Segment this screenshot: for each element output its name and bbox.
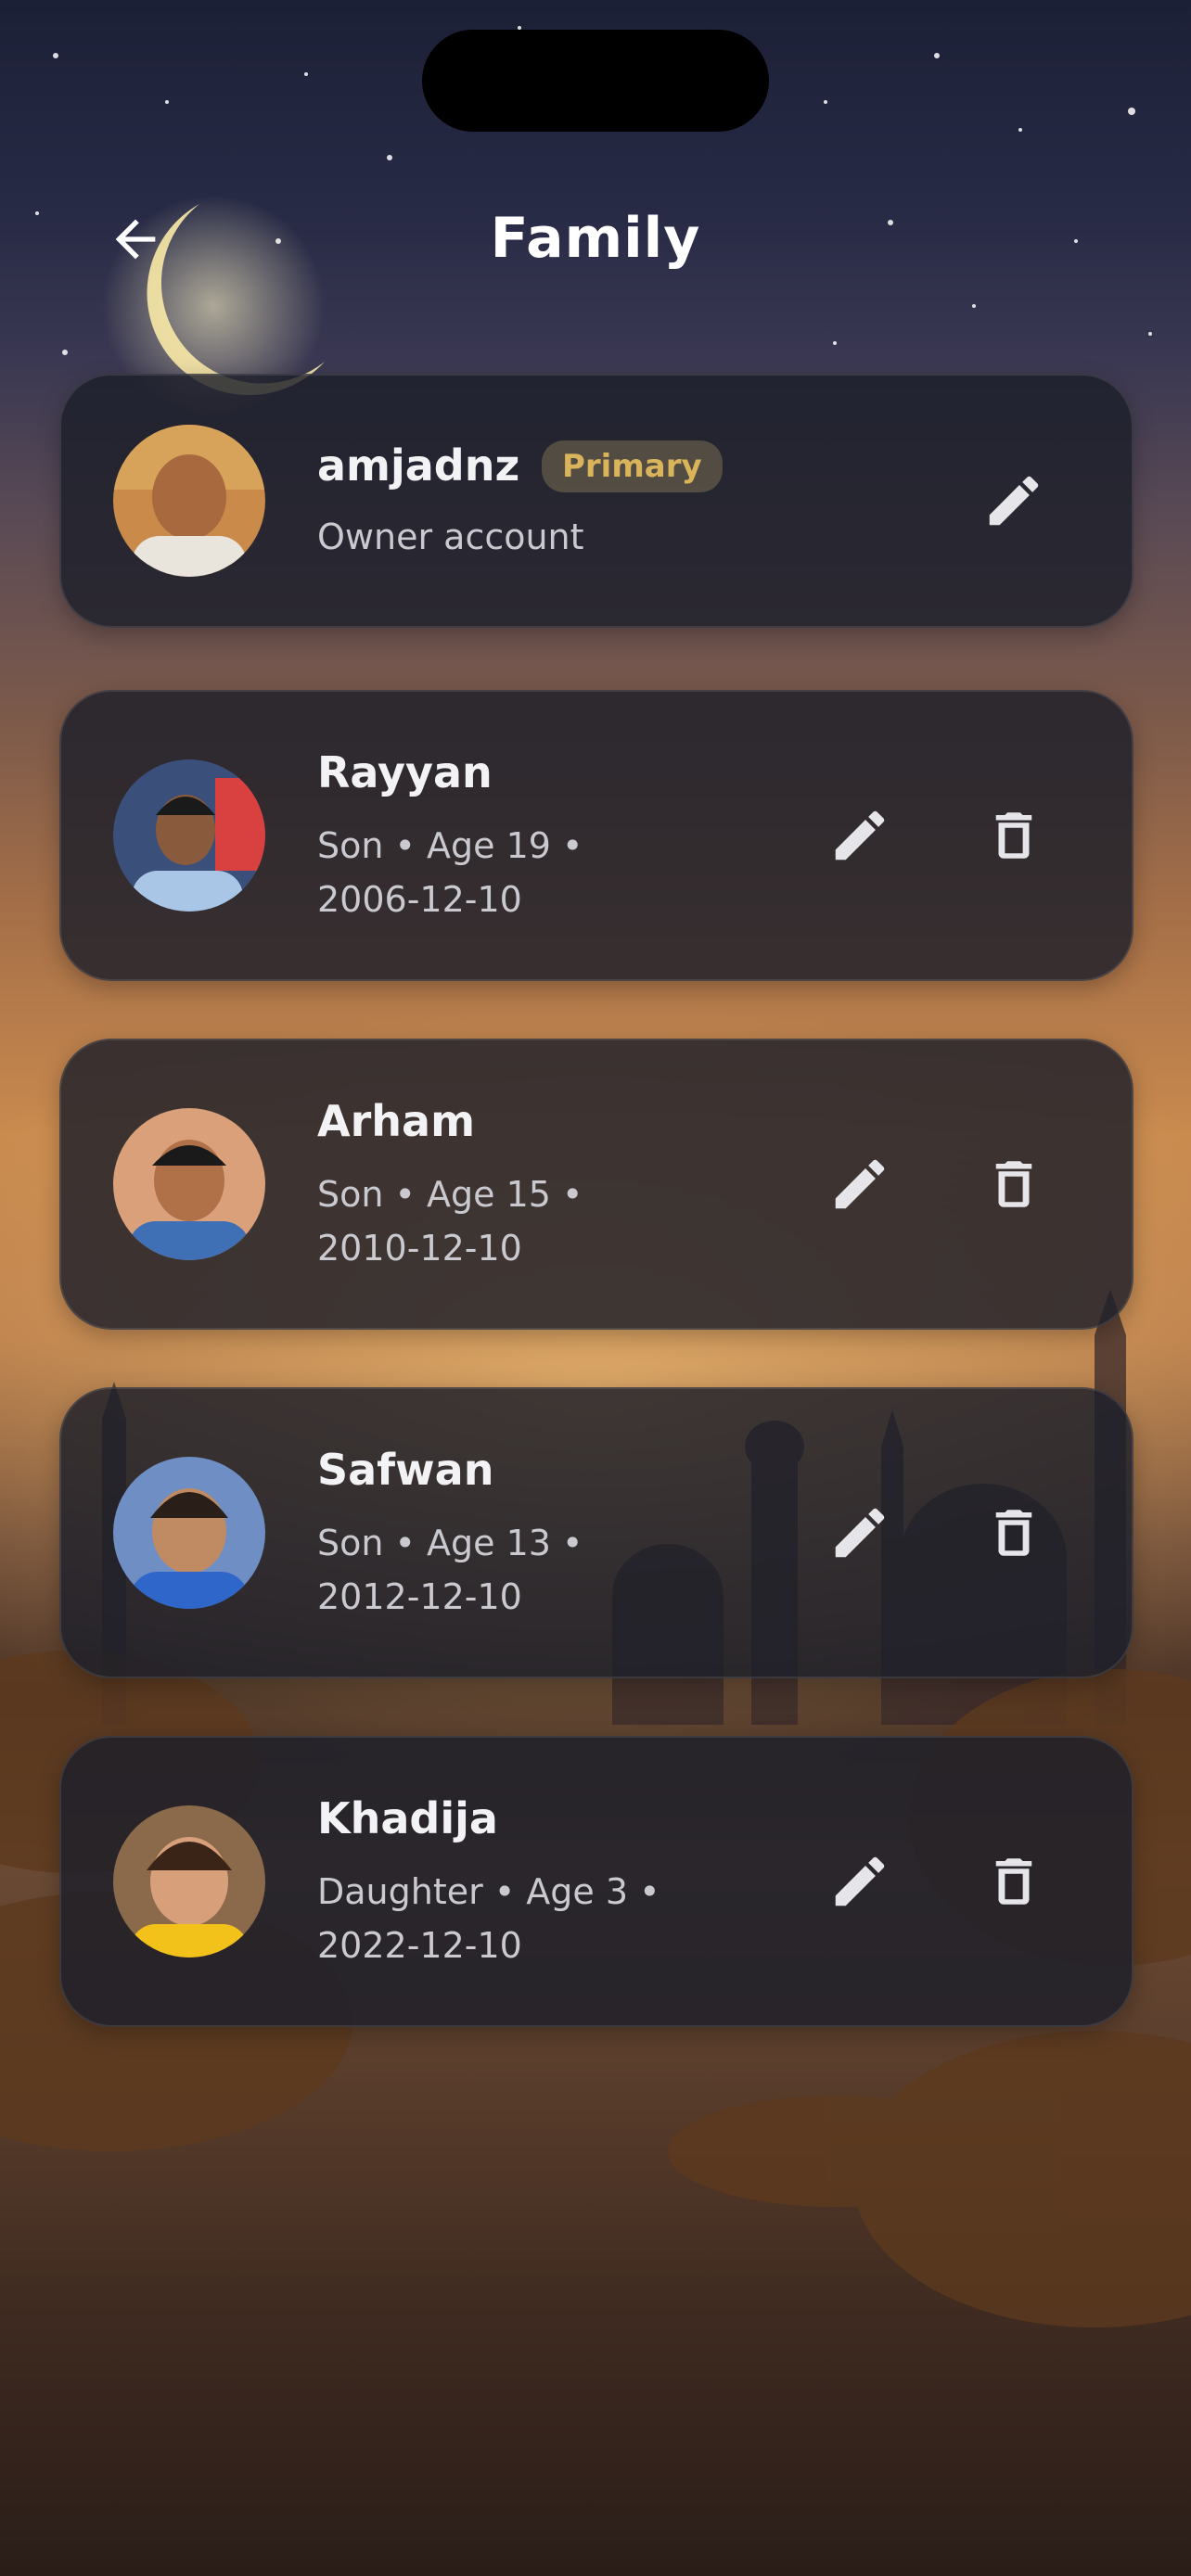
member-details: Son • Age 13 • 2012-12-10 <box>317 1516 837 1624</box>
member-relation-age: Son • Age 15 • <box>317 1174 583 1215</box>
primary-badge: Primary <box>542 440 723 492</box>
member-name: Arham <box>317 1096 476 1146</box>
member-card-khadija[interactable]: Khadija Daughter • Age 3 • 2022-12-10 <box>59 1736 1133 2027</box>
avatar <box>113 759 265 912</box>
edit-button[interactable] <box>818 1491 902 1575</box>
trash-icon <box>995 1510 1032 1556</box>
member-name: Khadija <box>317 1793 498 1843</box>
top-bar: Family <box>0 185 1191 287</box>
member-relation-age: Son • Age 19 • <box>317 825 583 866</box>
member-card-safwan[interactable]: Safwan Son • Age 13 • 2012-12-10 <box>59 1387 1133 1678</box>
avatar <box>113 1108 265 1260</box>
delete-button[interactable] <box>972 1142 1056 1226</box>
edit-button[interactable] <box>818 794 902 877</box>
member-name: Safwan <box>317 1445 494 1495</box>
member-name: Rayyan <box>317 747 493 797</box>
pencil-icon <box>835 1508 885 1558</box>
edit-button[interactable] <box>972 459 1056 542</box>
edit-button[interactable] <box>818 1840 902 1923</box>
pencil-icon <box>989 476 1039 526</box>
page-title: Family <box>490 206 701 271</box>
delete-button[interactable] <box>972 1840 1056 1923</box>
member-card-rayyan[interactable]: Rayyan Son • Age 19 • 2006-12-10 <box>59 690 1133 981</box>
delete-button[interactable] <box>972 1491 1056 1575</box>
trash-icon <box>995 812 1032 859</box>
trash-icon <box>995 1858 1032 1905</box>
pencil-icon <box>835 810 885 861</box>
member-birthdate: 2012-12-10 <box>317 1576 522 1617</box>
pencil-icon <box>835 1159 885 1209</box>
member-card-arham[interactable]: Arham Son • Age 15 • 2010-12-10 <box>59 1039 1133 1330</box>
dynamic-island <box>422 30 769 132</box>
pencil-icon <box>835 1856 885 1906</box>
member-birthdate: 2006-12-10 <box>317 879 522 920</box>
delete-button[interactable] <box>972 794 1056 877</box>
edit-button[interactable] <box>818 1142 902 1226</box>
member-relation-age: Son • Age 13 • <box>317 1523 583 1563</box>
member-relation-age: Daughter • Age 3 • <box>317 1871 660 1912</box>
avatar <box>113 1457 265 1609</box>
member-details: Daughter • Age 3 • 2022-12-10 <box>317 1865 837 1972</box>
owner-card[interactable]: amjadnz Primary Owner account <box>59 374 1133 628</box>
avatar <box>113 425 265 577</box>
trash-icon <box>995 1161 1032 1207</box>
member-details: Son • Age 19 • 2006-12-10 <box>317 819 837 926</box>
member-subtitle: Owner account <box>317 516 584 557</box>
avatar <box>113 1805 265 1958</box>
member-details: Son • Age 15 • 2010-12-10 <box>317 1167 837 1275</box>
member-birthdate: 2010-12-10 <box>317 1228 522 1269</box>
member-birthdate: 2022-12-10 <box>317 1925 522 1966</box>
member-name: amjadnz <box>317 440 520 491</box>
